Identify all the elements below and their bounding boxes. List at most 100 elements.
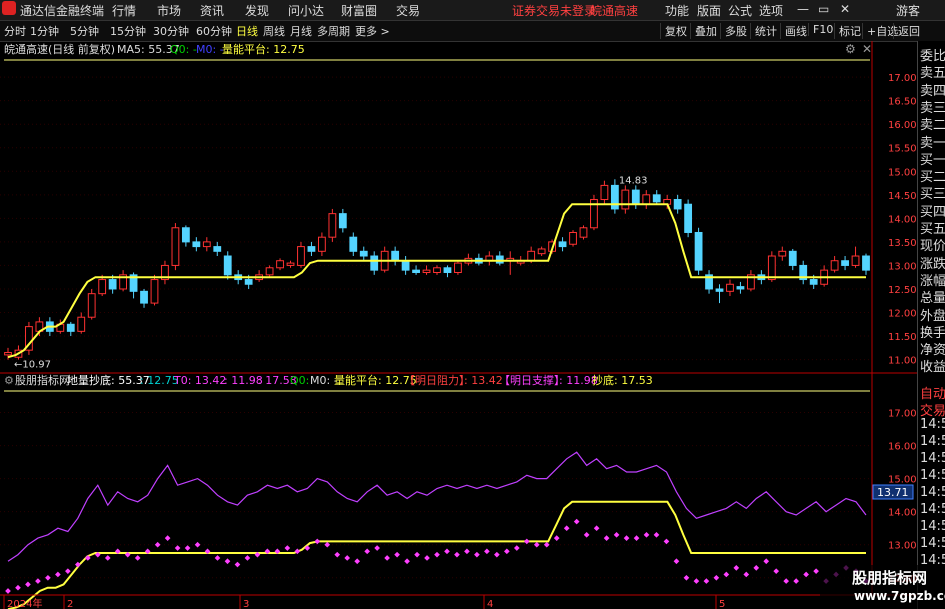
candle-body <box>286 262 295 266</box>
period-daily[interactable]: 日线 <box>236 23 258 39</box>
x-tick-label: 2024年 <box>7 597 42 609</box>
minimize-icon[interactable]: — <box>797 2 809 16</box>
indicator-dot <box>484 548 490 555</box>
period-weekly[interactable]: 周线 <box>263 23 285 39</box>
close-icon[interactable]: ✕ <box>840 2 850 16</box>
indicator-dot <box>763 558 770 565</box>
y-tick-label: 14.50 <box>888 191 917 202</box>
candle-body <box>77 316 86 332</box>
y-tick-label: 12.50 <box>888 285 917 296</box>
quote-field-label: 换手 <box>920 325 945 341</box>
period-5min[interactable]: 5分钟 <box>70 23 99 39</box>
period-intraday[interactable]: 分时 <box>4 23 26 39</box>
x-axis: 2024年 2 3 4 5 <box>3 595 725 609</box>
quote-field-label: 收益 <box>920 360 945 376</box>
indicator-dot <box>224 558 231 565</box>
candle-body <box>558 241 567 248</box>
menu-item-wealth[interactable]: 财富圈 <box>341 2 377 19</box>
menu-item-discover[interactable]: 发现 <box>245 2 269 19</box>
indicator-dot <box>464 548 470 555</box>
candle-body <box>684 203 693 233</box>
mark-button[interactable]: 标记 <box>834 23 861 39</box>
indicator-dot <box>533 541 540 548</box>
candle-body <box>150 279 159 304</box>
settings-gear-icon[interactable]: ⚙ <box>845 42 856 56</box>
candle-body <box>527 250 536 262</box>
tick-time: 14:56 <box>920 502 945 517</box>
tick-time: 14:56 <box>920 468 945 483</box>
indicator-dot <box>653 531 660 538</box>
candle-body <box>265 267 274 276</box>
quote-field-label: 总量 <box>920 291 945 307</box>
candle-body <box>359 250 368 257</box>
current-value: 13.71 <box>877 486 909 499</box>
platform-label: 量能平台: 12.75 <box>222 42 305 56</box>
main-chart-title: 皖通高速(日线 前复权) <box>4 42 115 56</box>
period-multi[interactable]: 多周期 <box>317 23 350 39</box>
multi-stock-button[interactable]: 多股 <box>720 23 747 39</box>
indicator-dot <box>314 538 321 545</box>
y-tick-label: 15.50 <box>888 144 917 155</box>
indicator-dot <box>434 551 440 558</box>
indicator-dot <box>553 535 560 541</box>
indicator-dot <box>474 551 480 558</box>
y-tick-label: 16.00 <box>888 442 917 453</box>
quote-field-label: 涨跌 <box>920 256 945 272</box>
indicator-dot <box>35 578 41 584</box>
quote-field-label: 买四 <box>920 204 945 220</box>
restore-icon[interactable]: ▭ <box>818 2 829 16</box>
trade-login-notice[interactable]: 证券交易未登录 <box>512 2 596 19</box>
period-1min[interactable]: 1分钟 <box>30 23 59 39</box>
menu-item-functions[interactable]: 功能 <box>665 2 689 19</box>
overlay-button[interactable]: 叠加 <box>690 23 717 39</box>
menu-item-market[interactable]: 市场 <box>157 2 181 19</box>
y-tick-label: 11.50 <box>888 332 917 343</box>
indicator-dot <box>643 531 650 538</box>
f10-button[interactable]: F10 <box>808 23 833 36</box>
menu-item-trade[interactable]: 交易 <box>396 2 420 19</box>
menu-item-quotes[interactable]: 行情 <box>112 2 136 19</box>
indicator-dot <box>663 538 670 545</box>
period-15min[interactable]: 15分钟 <box>110 23 146 39</box>
period-30min[interactable]: 30分钟 <box>153 23 189 39</box>
y-tick-label: 14.00 <box>888 508 917 519</box>
indicator-dot <box>394 551 400 558</box>
period-monthly[interactable]: 月线 <box>290 23 312 39</box>
indicator-dot <box>523 538 530 545</box>
y-tick-label: 15.00 <box>888 475 917 486</box>
candle-body <box>642 194 651 205</box>
chart-area[interactable]: 皖通高速(日线 前复权) MA5: 55.37 Q0: - M0: - 量能平台… <box>0 41 917 609</box>
quote-side-panel[interactable]: 委比 卖五 卖四 卖三 卖二 卖一 买一 买二 买三 买四 买五 现价 涨跌 涨幅 总量 外盘 换手 净资 收益 自动… <box>917 41 945 609</box>
sub-q0-icon: Q0: <box>290 374 309 387</box>
watermark-line1: 股朋指标网 <box>852 569 928 587</box>
indicator-dot <box>55 571 61 578</box>
indicator-dot <box>344 555 351 561</box>
indicator-dot <box>693 578 700 584</box>
candle-body <box>841 260 849 266</box>
stats-button[interactable]: 统计 <box>750 23 777 39</box>
user-label[interactable]: 游客 <box>896 2 920 19</box>
menu-item-layout[interactable]: 版面 <box>697 2 721 19</box>
indicator-dot <box>504 548 510 555</box>
indicator-dot <box>573 518 580 525</box>
sub-settings-icon[interactable]: ⚙ <box>4 374 14 387</box>
period-60min[interactable]: 60分钟 <box>196 23 232 39</box>
indicator-dot <box>234 561 241 568</box>
chart-close-icon[interactable]: ✕ <box>862 42 872 56</box>
period-more[interactable]: 更多 > <box>355 23 390 39</box>
draw-button[interactable]: 画线 <box>780 23 807 39</box>
candlestick-series <box>4 179 870 360</box>
menu-item-options[interactable]: 选项 <box>759 2 783 19</box>
menu-item-ask[interactable]: 问小达 <box>288 2 324 19</box>
indicator-dot <box>793 578 799 584</box>
candle-body <box>694 231 703 271</box>
menu-item-formula[interactable]: 公式 <box>728 2 752 19</box>
quote-field-label: 买二 <box>920 170 945 186</box>
menu-item-news[interactable]: 资讯 <box>200 2 224 19</box>
back-button[interactable]: 返回 <box>893 23 920 39</box>
indicator-dot <box>444 548 450 555</box>
indicator-dot <box>404 558 410 565</box>
candle-body <box>140 290 148 304</box>
adjust-button[interactable]: 复权 <box>660 23 687 39</box>
indicator-dot <box>184 545 191 551</box>
